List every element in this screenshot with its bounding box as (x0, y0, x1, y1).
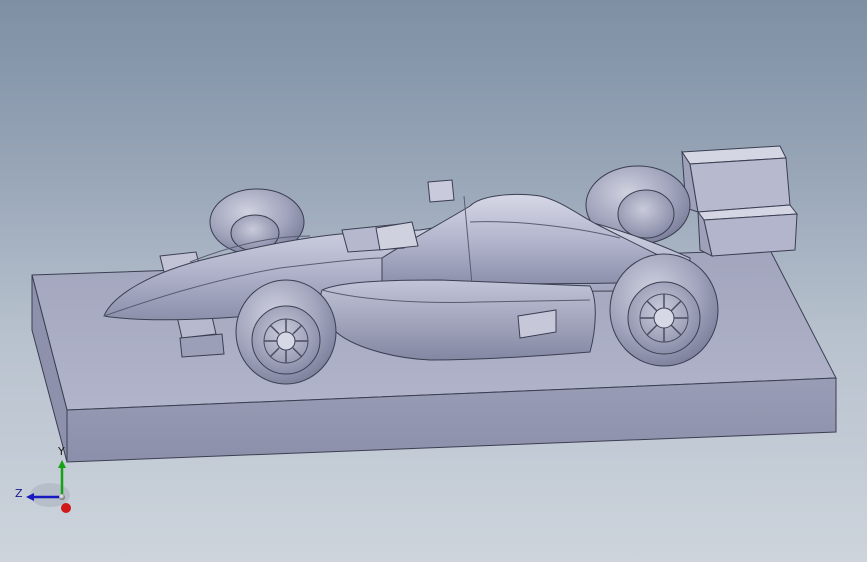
model-scene[interactable] (0, 0, 867, 562)
rear-right-wheel[interactable] (609, 253, 719, 367)
triad-z-label: Z (15, 487, 23, 500)
rear-wing[interactable] (681, 145, 798, 257)
triad-y-label: Y (58, 445, 65, 458)
graphics-viewport[interactable]: Z Y (0, 0, 867, 562)
triad-y-arrowhead (58, 460, 66, 468)
view-triad (26, 460, 71, 513)
triad-origin (59, 494, 65, 500)
triad-z-arrowhead (26, 493, 34, 501)
front-right-wheel[interactable] (235, 279, 337, 385)
triad-x-axis (61, 503, 71, 513)
